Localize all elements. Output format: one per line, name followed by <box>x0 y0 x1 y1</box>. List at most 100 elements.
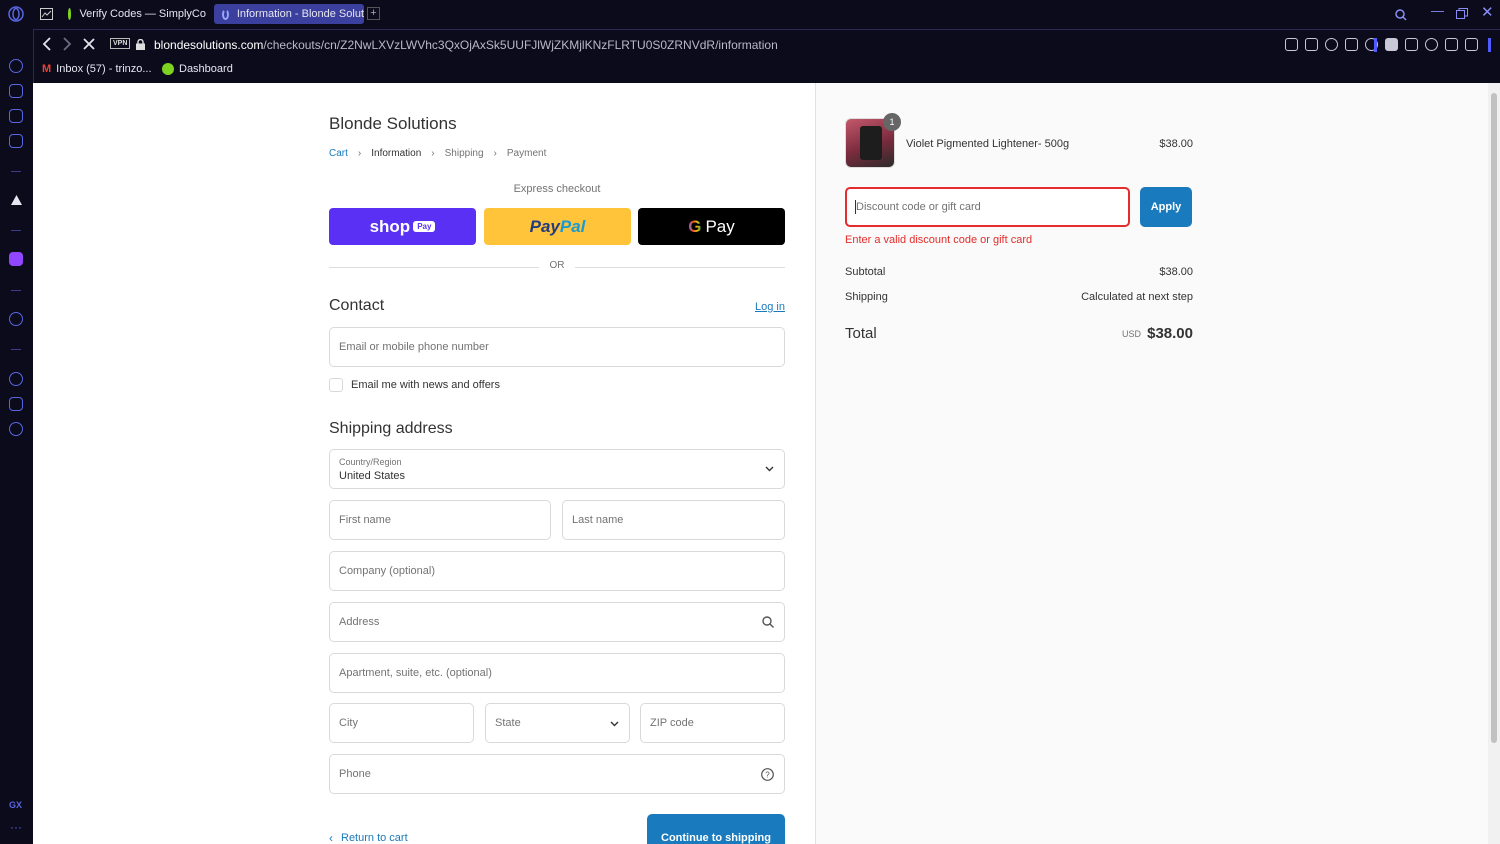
loading-spinner-icon <box>222 8 229 20</box>
twitch-icon[interactable] <box>9 252 23 266</box>
bookmark-inbox[interactable]: M Inbox (57) - trinzo... <box>42 63 152 75</box>
tab-island-icon[interactable] <box>40 8 53 20</box>
svg-text:?: ? <box>765 771 770 780</box>
search-tabs-icon[interactable] <box>1395 9 1407 21</box>
discount-code-input[interactable]: Discount code or gift card <box>845 187 1130 227</box>
forward-icon[interactable] <box>62 37 72 51</box>
phone-field[interactable]: Phone ? <box>329 754 785 794</box>
google-g-icon: G <box>688 216 702 236</box>
news-checkbox-row[interactable]: Email me with news and offers <box>329 378 500 392</box>
city-field[interactable]: City <box>329 703 474 743</box>
aria-icon[interactable] <box>10 194 23 206</box>
google-pay-button[interactable]: G Pay <box>638 208 785 245</box>
country-label: Country/Region <box>339 457 402 467</box>
sidebar-divider <box>11 349 21 350</box>
flow-send-icon[interactable] <box>1345 38 1358 51</box>
vpn-badge[interactable]: VPN <box>110 38 131 49</box>
lock-icon[interactable] <box>136 39 145 50</box>
address-field[interactable]: Address <box>329 602 785 642</box>
city-placeholder: City <box>339 717 358 729</box>
url-host: blondesolutions.com <box>154 38 264 52</box>
zip-field[interactable]: ZIP code <box>640 703 785 743</box>
edit-page-icon[interactable] <box>1285 38 1298 51</box>
opera-logo-icon[interactable] <box>8 6 24 22</box>
more-options-icon[interactable]: ··· <box>10 820 22 834</box>
state-select[interactable]: State <box>485 703 630 743</box>
help-circle-icon[interactable]: ? <box>761 768 774 781</box>
login-link[interactable]: Log in <box>755 301 785 313</box>
messenger-icon[interactable] <box>9 134 23 148</box>
gx-icon[interactable]: GX <box>9 800 22 810</box>
profile-icon[interactable] <box>1425 38 1438 51</box>
tab-title: Information - Blonde Solut <box>236 8 364 20</box>
apartment-field[interactable]: Apartment, suite, etc. (optional) <box>329 653 785 693</box>
subtotal-row: Subtotal $38.00 <box>845 266 1193 278</box>
email-placeholder: Email or mobile phone number <box>339 341 489 353</box>
news-checkbox-label[interactable]: Email me with news and offers <box>351 379 500 391</box>
menu-icon[interactable] <box>1465 38 1478 51</box>
back-icon[interactable] <box>42 37 52 51</box>
checkout-page: Blonde Solutions Cart › Information › Sh… <box>33 83 1488 844</box>
verified-check-icon <box>68 8 72 20</box>
shop-pay-label: shop <box>369 216 411 236</box>
ai-assistant-icon[interactable] <box>1385 38 1398 51</box>
apartment-placeholder: Apartment, suite, etc. (optional) <box>339 667 492 679</box>
url-path: /checkouts/cn/Z2NwLXVzLWVhc3QxOjAxSk5UUF… <box>263 38 778 52</box>
order-summary-pane: 1 Violet Pigmented Lightener- 500g $38.0… <box>815 83 1488 844</box>
email-field[interactable]: Email or mobile phone number <box>329 327 785 367</box>
chevron-left-icon: ‹ <box>329 831 333 844</box>
minimize-button[interactable]: — <box>1431 3 1444 18</box>
shipping-address-title: Shipping address <box>329 420 453 437</box>
currency-code: USD <box>1121 329 1141 339</box>
last-name-field[interactable]: Last name <box>562 500 785 540</box>
extensions-cube-icon[interactable] <box>1405 38 1418 51</box>
url-field[interactable]: blondesolutions.com/checkouts/cn/Z2NwLXV… <box>154 38 778 52</box>
restore-button[interactable] <box>1456 8 1468 19</box>
shipping-label: Shipping <box>845 291 888 303</box>
page-scrollbar[interactable] <box>1488 83 1500 844</box>
tab-information-active[interactable]: Information - Blonde Solut <box>214 4 364 24</box>
last-name-placeholder: Last name <box>572 514 624 526</box>
workspace-icon[interactable] <box>9 109 23 123</box>
or-label: OR <box>549 260 565 271</box>
apply-discount-button[interactable]: Apply <box>1140 187 1192 227</box>
scrollbar-thumb[interactable] <box>1491 93 1497 743</box>
discount-placeholder: Discount code or gift card <box>856 201 981 213</box>
return-to-cart-label: Return to cart <box>341 832 408 844</box>
accent-divider <box>1374 38 1377 52</box>
refresh-sidebar-icon[interactable] <box>9 59 23 73</box>
shipping-value: Calculated at next step <box>1081 291 1193 303</box>
download-icon[interactable] <box>1445 38 1458 51</box>
snapshot-icon[interactable] <box>1305 38 1318 51</box>
player-icon[interactable] <box>9 312 23 326</box>
product-price: $38.00 <box>1159 138 1193 150</box>
close-window-button[interactable]: ✕ <box>1481 3 1494 21</box>
discount-error-message: Enter a valid discount code or gift card <box>845 234 1033 246</box>
company-field[interactable]: Company (optional) <box>329 551 785 591</box>
shop-pay-button[interactable]: shop Pay <box>329 208 476 245</box>
news-checkbox[interactable] <box>329 378 343 392</box>
continue-to-shipping-button[interactable]: Continue to shipping <box>647 814 785 844</box>
paypal-button[interactable]: PayPal <box>484 208 631 245</box>
google-pay-logo: G Pay <box>688 216 735 236</box>
new-tab-button[interactable]: + <box>367 7 380 20</box>
country-select[interactable]: Country/Region United States <box>329 449 785 489</box>
extensions-icon[interactable] <box>9 397 23 411</box>
store-name[interactable]: Blonde Solutions <box>329 114 457 134</box>
adblock-icon[interactable] <box>1325 38 1338 51</box>
shopping-icon[interactable] <box>9 84 23 98</box>
or-divider: OR <box>329 260 785 274</box>
sidebar-divider <box>11 290 21 291</box>
settings-gear-icon[interactable] <box>9 422 23 436</box>
return-to-cart-link[interactable]: ‹ Return to cart <box>329 831 408 844</box>
search-icon[interactable] <box>762 616 774 628</box>
browser-sidebar: GX ··· <box>0 28 33 844</box>
first-name-field[interactable]: First name <box>329 500 551 540</box>
bookmark-dashboard[interactable]: Dashboard <box>162 63 233 75</box>
stop-loading-icon[interactable] <box>83 38 95 50</box>
breadcrumb-cart[interactable]: Cart <box>329 148 348 159</box>
history-icon[interactable] <box>9 372 23 386</box>
address-placeholder: Address <box>339 616 380 628</box>
tab-verify-codes[interactable]: Verify Codes — SimplyCo <box>60 4 206 24</box>
state-placeholder: State <box>495 717 521 729</box>
